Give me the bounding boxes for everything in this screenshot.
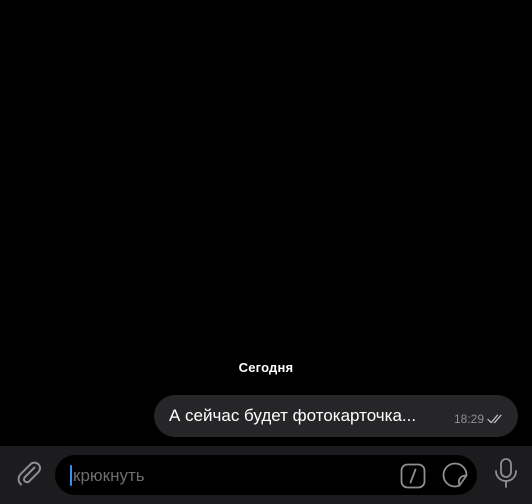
sticker-icon [442, 462, 468, 488]
chat-screen: Сегодня А сейчас будет фотокарточка... 1… [0, 0, 532, 504]
message-time: 18:29 [453, 412, 484, 426]
date-header: Сегодня [238, 360, 294, 375]
outgoing-message-bubble[interactable]: А сейчас будет фотокарточка... 18:29 [154, 395, 518, 437]
message-list[interactable]: Сегодня А сейчас будет фотокарточка... 1… [0, 0, 532, 446]
message-input[interactable]: крюкнуть [55, 455, 477, 495]
text-cursor [70, 465, 72, 486]
message-meta: 18:29 [454, 412, 504, 426]
voice-message-button[interactable] [488, 457, 524, 493]
commands-button[interactable] [400, 463, 426, 489]
message-input-text: крюкнуть [73, 466, 145, 485]
paperclip-icon [14, 458, 44, 493]
composer-bar: крюкнуть [0, 446, 532, 504]
sticker-button[interactable] [441, 461, 469, 489]
microphone-icon [491, 457, 521, 494]
message-text: А сейчас будет фотокарточка... [169, 406, 417, 425]
double-check-icon [487, 413, 504, 425]
slash-command-icon [400, 463, 426, 489]
attach-button[interactable] [11, 457, 47, 493]
